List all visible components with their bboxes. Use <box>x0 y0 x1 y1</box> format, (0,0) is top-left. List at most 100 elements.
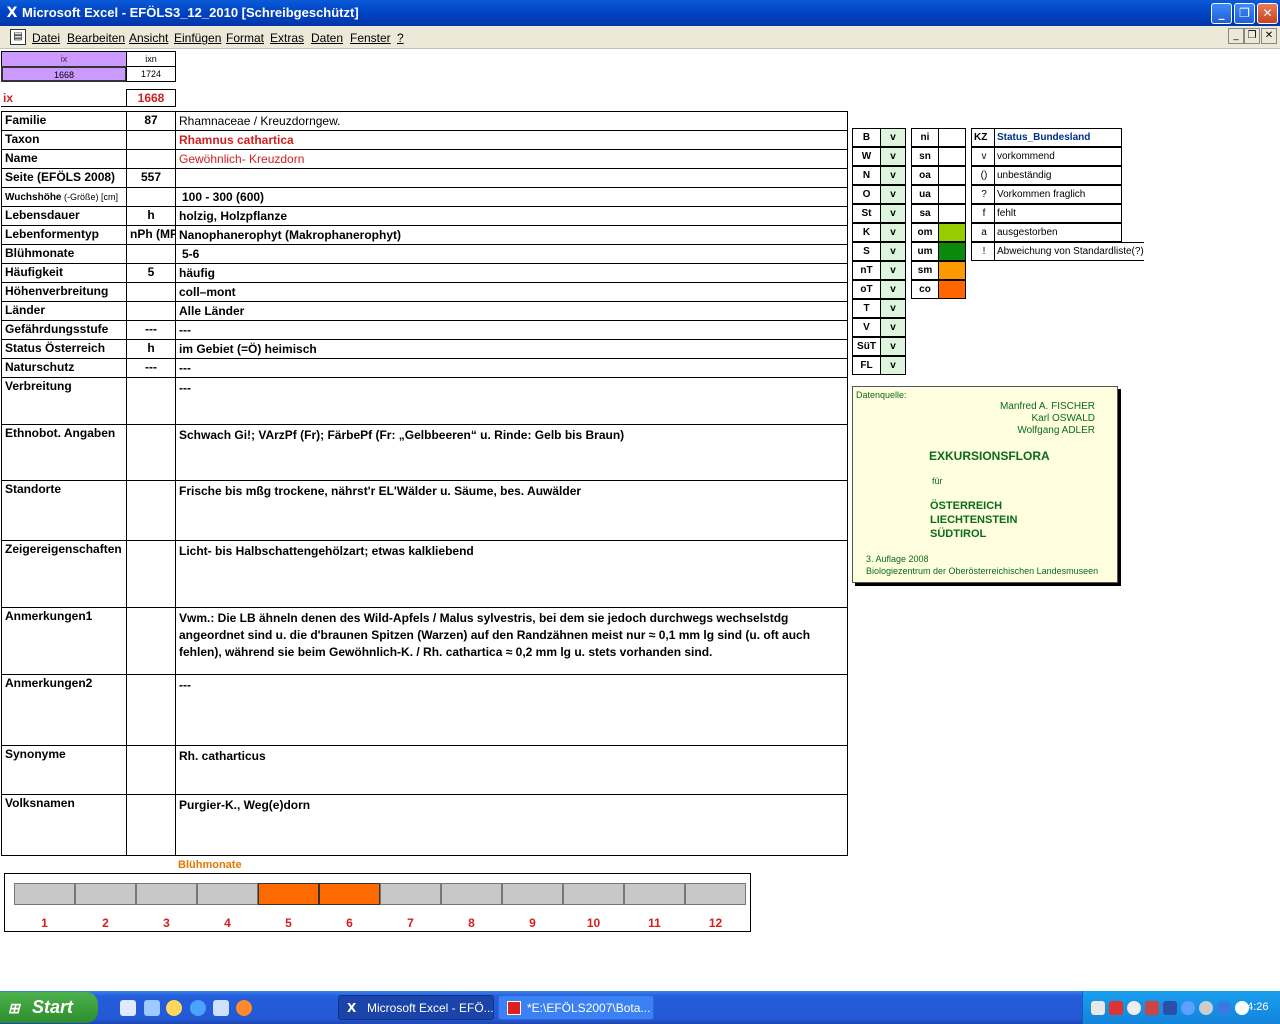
field-code[interactable] <box>126 130 176 150</box>
field-label[interactable]: Synonyme <box>1 745 127 795</box>
quicklaunch-icon[interactable] <box>166 1000 182 1016</box>
field-value[interactable]: holzig, Holzpflanze <box>175 206 848 226</box>
menu-einfuegen[interactable]: Einfügen <box>174 31 221 45</box>
zone-swatch[interactable] <box>938 166 966 185</box>
field-value[interactable]: Alle Länder <box>175 301 848 321</box>
field-code[interactable] <box>126 607 176 675</box>
tray-icon[interactable] <box>1199 1001 1213 1015</box>
menu-daten[interactable]: Daten <box>311 31 343 45</box>
field-value[interactable] <box>175 168 848 188</box>
zone-swatch[interactable] <box>938 128 966 147</box>
index-value-ix[interactable]: 1668 <box>1 66 127 82</box>
field-label[interactable]: Häufigkeit <box>1 263 127 283</box>
search-icon[interactable] <box>1127 1001 1141 1015</box>
field-code[interactable]: nPh (MPh) <box>126 225 176 245</box>
doc-restore-button[interactable]: ❐ <box>1244 28 1260 44</box>
field-code[interactable] <box>126 424 176 481</box>
field-code[interactable]: 557 <box>126 168 176 188</box>
task-excel[interactable]: X Microsoft Excel - EFÖ... <box>338 995 494 1020</box>
field-code[interactable] <box>126 745 176 795</box>
field-value[interactable]: 5-6 <box>175 244 848 264</box>
doc-minimize-button[interactable]: _ <box>1228 28 1244 44</box>
field-code[interactable] <box>126 301 176 321</box>
tray-icon[interactable] <box>1145 1001 1159 1015</box>
workbook-icon[interactable]: ▤ <box>10 29 26 45</box>
region-status[interactable]: v <box>880 166 906 185</box>
field-label[interactable]: Anmerkungen2 <box>1 674 127 746</box>
region-status[interactable]: v <box>880 337 906 356</box>
index-value-ixn[interactable]: 1724 <box>126 66 176 82</box>
quicklaunch-icon[interactable] <box>213 1000 229 1016</box>
field-label[interactable]: Ethnobot. Angaben <box>1 424 127 481</box>
tray-icon[interactable] <box>1109 1001 1123 1015</box>
info-icon[interactable] <box>1217 1001 1231 1015</box>
field-code[interactable]: --- <box>126 358 176 378</box>
field-label[interactable]: Wuchshöhe (-Größe) [cm] <box>1 187 127 207</box>
field-value[interactable]: Gewöhnlich- Kreuzdorn <box>175 149 848 169</box>
field-label[interactable]: Seite (EFÖLS 2008) <box>1 168 127 188</box>
field-value[interactable]: häufig <box>175 263 848 283</box>
region-status[interactable]: v <box>880 280 906 299</box>
close-button[interactable]: ✕ <box>1257 3 1278 24</box>
task-explorer[interactable]: *E:\EFÖLS2007\Bota... <box>498 995 654 1020</box>
field-value[interactable]: --- <box>175 377 848 425</box>
field-value[interactable]: Rhamnus cathartica <box>175 130 848 150</box>
field-value[interactable]: --- <box>175 320 848 340</box>
field-code[interactable]: --- <box>126 320 176 340</box>
field-value[interactable]: coll–mont <box>175 282 848 302</box>
region-status[interactable]: v <box>880 147 906 166</box>
field-label[interactable]: Status Österreich <box>1 339 127 359</box>
field-code[interactable] <box>126 674 176 746</box>
tray-icon[interactable] <box>1181 1001 1195 1015</box>
field-value[interactable]: Rhamnaceae / Kreuzdorngew. <box>175 111 848 131</box>
zone-swatch[interactable] <box>938 185 966 204</box>
zone-swatch[interactable] <box>938 147 966 166</box>
minimize-button[interactable]: _ <box>1211 3 1232 24</box>
ie-icon[interactable] <box>190 1000 206 1016</box>
region-status[interactable]: v <box>880 299 906 318</box>
field-label[interactable]: Standorte <box>1 480 127 541</box>
field-label[interactable]: Gefährdungsstufe <box>1 320 127 340</box>
region-status[interactable]: v <box>880 185 906 204</box>
region-status[interactable]: v <box>880 318 906 337</box>
zone-swatch[interactable] <box>938 280 966 299</box>
field-label[interactable]: Name <box>1 149 127 169</box>
field-label[interactable]: Familie <box>1 111 127 131</box>
field-value[interactable]: Vwm.: Die LB ähneln denen des Wild-Apfel… <box>175 607 848 675</box>
field-label[interactable]: Zeigereigenschaften <box>1 540 127 608</box>
zone-swatch[interactable] <box>938 223 966 242</box>
field-label[interactable]: Anmerkungen1 <box>1 607 127 675</box>
field-label[interactable]: Blühmonate <box>1 244 127 264</box>
firefox-icon[interactable] <box>236 1000 252 1016</box>
region-status[interactable]: v <box>880 356 906 375</box>
menu-help[interactable]: ? <box>397 31 404 45</box>
doc-close-button[interactable]: ✕ <box>1261 28 1277 44</box>
menu-extras[interactable]: Extras <box>270 31 304 45</box>
menu-bearbeiten[interactable]: Bearbeiten <box>67 31 125 45</box>
field-code[interactable] <box>126 377 176 425</box>
field-label[interactable]: Volksnamen <box>1 794 127 856</box>
field-value[interactable]: Purgier-K., Weg(e)dorn <box>175 794 848 856</box>
ix-value[interactable]: 1668 <box>126 89 176 107</box>
menu-format[interactable]: Format <box>226 31 264 45</box>
field-label[interactable]: Lebensdauer <box>1 206 127 226</box>
zone-swatch[interactable] <box>938 261 966 280</box>
region-status[interactable]: v <box>880 261 906 280</box>
field-code[interactable]: 5 <box>126 263 176 283</box>
zone-swatch[interactable] <box>938 204 966 223</box>
field-code[interactable] <box>126 540 176 608</box>
network-icon[interactable] <box>1091 1001 1105 1015</box>
field-label[interactable]: Höhenverbreitung <box>1 282 127 302</box>
field-label[interactable]: Verbreitung <box>1 377 127 425</box>
field-value[interactable]: Licht- bis Halbschattengehölzart; etwas … <box>175 540 848 608</box>
field-code[interactable]: h <box>126 339 176 359</box>
field-label[interactable]: Naturschutz <box>1 358 127 378</box>
field-code[interactable] <box>126 244 176 264</box>
field-value[interactable]: im Gebiet (=Ö) heimisch <box>175 339 848 359</box>
field-label[interactable]: Länder <box>1 301 127 321</box>
shield-icon[interactable] <box>1163 1001 1177 1015</box>
excel-app-icon[interactable]: X <box>4 5 20 21</box>
field-code[interactable] <box>126 794 176 856</box>
field-code[interactable] <box>126 282 176 302</box>
zone-swatch[interactable] <box>938 242 966 261</box>
